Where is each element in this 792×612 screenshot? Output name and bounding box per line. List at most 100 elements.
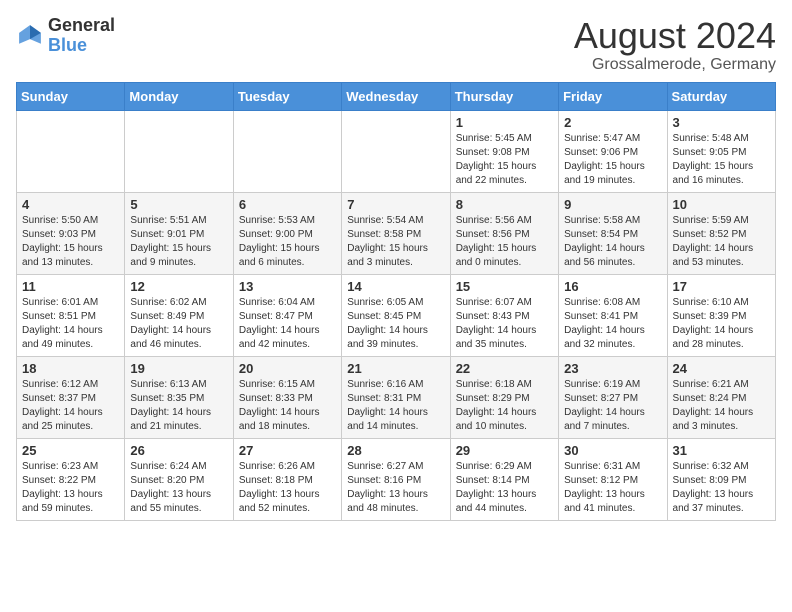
header-cell-saturday: Saturday: [667, 82, 775, 110]
logo-line1: General: [48, 16, 115, 36]
day-cell: 12 Sunrise: 6:02 AMSunset: 8:49 PMDayligh…: [125, 274, 233, 356]
day-info: Sunrise: 5:59 AMSunset: 8:52 PMDaylight:…: [673, 214, 770, 270]
day-number: 18: [22, 361, 119, 376]
day-cell: [125, 110, 233, 192]
week-row-3: 11 Sunrise: 6:01 AMSunset: 8:51 PMDayligh…: [17, 274, 776, 356]
day-cell: 28 Sunrise: 6:27 AMSunset: 8:16 PMDayligh…: [342, 438, 450, 520]
month-year-title: August 2024: [574, 16, 776, 56]
day-cell: 20 Sunrise: 6:15 AMSunset: 8:33 PMDayligh…: [233, 356, 341, 438]
day-info: Sunrise: 5:45 AMSunset: 9:08 PMDaylight:…: [456, 132, 553, 188]
day-number: 16: [564, 279, 661, 294]
day-cell: 31 Sunrise: 6:32 AMSunset: 8:09 PMDayligh…: [667, 438, 775, 520]
day-info: Sunrise: 6:23 AMSunset: 8:22 PMDaylight:…: [22, 460, 119, 516]
day-cell: 1 Sunrise: 5:45 AMSunset: 9:08 PMDaylight…: [450, 110, 558, 192]
day-cell: 24Sunrise: 6:21 AMSunset: 8:24 PMDayligh…: [667, 356, 775, 438]
day-cell: 13Sunrise: 6:04 AMSunset: 8:47 PMDayligh…: [233, 274, 341, 356]
day-cell: 10 Sunrise: 5:59 AMSunset: 8:52 PMDayligh…: [667, 192, 775, 274]
day-cell: [342, 110, 450, 192]
day-number: 14: [347, 279, 444, 294]
day-number: 2: [564, 115, 661, 130]
week-row-2: 4 Sunrise: 5:50 AMSunset: 9:03 PMDaylight…: [17, 192, 776, 274]
week-row-1: 1 Sunrise: 5:45 AMSunset: 9:08 PMDaylight…: [17, 110, 776, 192]
day-info: Sunrise: 5:50 AMSunset: 9:03 PMDaylight:…: [22, 214, 119, 270]
day-number: 12: [130, 279, 227, 294]
day-info: Sunrise: 5:56 AMSunset: 8:56 PMDaylight:…: [456, 214, 553, 270]
day-info: Sunrise: 5:47 AMSunset: 9:06 PMDaylight:…: [564, 132, 661, 188]
day-number: 3: [673, 115, 770, 130]
day-number: 15: [456, 279, 553, 294]
day-info: Sunrise: 6:26 AMSunset: 8:18 PMDaylight:…: [239, 460, 336, 516]
day-number: 29: [456, 443, 553, 458]
day-info: Sunrise: 6:29 AMSunset: 8:14 PMDaylight:…: [456, 460, 553, 516]
day-number: 10: [673, 197, 770, 212]
day-cell: 4 Sunrise: 5:50 AMSunset: 9:03 PMDaylight…: [17, 192, 125, 274]
day-cell: 21 Sunrise: 6:16 AMSunset: 8:31 PMDayligh…: [342, 356, 450, 438]
day-info: Sunrise: 6:15 AMSunset: 8:33 PMDaylight:…: [239, 378, 336, 434]
header-cell-thursday: Thursday: [450, 82, 558, 110]
day-number: 21: [347, 361, 444, 376]
day-cell: 17Sunrise: 6:10 AMSunset: 8:39 PMDayligh…: [667, 274, 775, 356]
page-header: General Blue August 2024 Grossalmerode, …: [16, 16, 776, 74]
day-number: 4: [22, 197, 119, 212]
day-cell: 6 Sunrise: 5:53 AMSunset: 9:00 PMDaylight…: [233, 192, 341, 274]
week-row-5: 25Sunrise: 6:23 AMSunset: 8:22 PMDayligh…: [17, 438, 776, 520]
day-number: 1: [456, 115, 553, 130]
day-cell: 22 Sunrise: 6:18 AMSunset: 8:29 PMDayligh…: [450, 356, 558, 438]
day-cell: 19 Sunrise: 6:13 AMSunset: 8:35 PMDayligh…: [125, 356, 233, 438]
day-info: Sunrise: 6:10 AMSunset: 8:39 PMDaylight:…: [673, 296, 770, 352]
location-subtitle: Grossalmerode, Germany: [574, 56, 776, 74]
logo-line2: Blue: [48, 36, 115, 56]
day-number: 31: [673, 443, 770, 458]
day-info: Sunrise: 6:27 AMSunset: 8:16 PMDaylight:…: [347, 460, 444, 516]
week-row-4: 18 Sunrise: 6:12 AMSunset: 8:37 PMDayligh…: [17, 356, 776, 438]
calendar-body: 1 Sunrise: 5:45 AMSunset: 9:08 PMDaylight…: [17, 110, 776, 520]
day-cell: 9 Sunrise: 5:58 AMSunset: 8:54 PMDaylight…: [559, 192, 667, 274]
day-number: 7: [347, 197, 444, 212]
day-info: Sunrise: 6:07 AMSunset: 8:43 PMDaylight:…: [456, 296, 553, 352]
day-info: Sunrise: 6:02 AMSunset: 8:49 PMDaylight:…: [130, 296, 227, 352]
day-info: Sunrise: 6:13 AMSunset: 8:35 PMDaylight:…: [130, 378, 227, 434]
day-info: Sunrise: 6:16 AMSunset: 8:31 PMDaylight:…: [347, 378, 444, 434]
day-number: 22: [456, 361, 553, 376]
day-cell: 2 Sunrise: 5:47 AMSunset: 9:06 PMDaylight…: [559, 110, 667, 192]
header-row: SundayMondayTuesdayWednesdayThursdayFrid…: [17, 82, 776, 110]
day-number: 19: [130, 361, 227, 376]
day-cell: [17, 110, 125, 192]
header-cell-wednesday: Wednesday: [342, 82, 450, 110]
day-info: Sunrise: 5:48 AMSunset: 9:05 PMDaylight:…: [673, 132, 770, 188]
day-info: Sunrise: 6:19 AMSunset: 8:27 PMDaylight:…: [564, 378, 661, 434]
day-cell: 27Sunrise: 6:26 AMSunset: 8:18 PMDayligh…: [233, 438, 341, 520]
day-cell: 8Sunrise: 5:56 AMSunset: 8:56 PMDaylight…: [450, 192, 558, 274]
header-cell-tuesday: Tuesday: [233, 82, 341, 110]
day-number: 11: [22, 279, 119, 294]
day-cell: 30 Sunrise: 6:31 AMSunset: 8:12 PMDayligh…: [559, 438, 667, 520]
day-cell: 23Sunrise: 6:19 AMSunset: 8:27 PMDayligh…: [559, 356, 667, 438]
day-cell: 5Sunrise: 5:51 AMSunset: 9:01 PMDaylight…: [125, 192, 233, 274]
day-number: 20: [239, 361, 336, 376]
logo-icon: [16, 22, 44, 50]
day-info: Sunrise: 5:58 AMSunset: 8:54 PMDaylight:…: [564, 214, 661, 270]
day-cell: 15 Sunrise: 6:07 AMSunset: 8:43 PMDayligh…: [450, 274, 558, 356]
day-info: Sunrise: 6:12 AMSunset: 8:37 PMDaylight:…: [22, 378, 119, 434]
day-number: 28: [347, 443, 444, 458]
day-cell: 11 Sunrise: 6:01 AMSunset: 8:51 PMDayligh…: [17, 274, 125, 356]
day-cell: 16 Sunrise: 6:08 AMSunset: 8:41 PMDayligh…: [559, 274, 667, 356]
day-info: Sunrise: 6:01 AMSunset: 8:51 PMDaylight:…: [22, 296, 119, 352]
day-info: Sunrise: 5:51 AMSunset: 9:01 PMDaylight:…: [130, 214, 227, 270]
day-cell: 7 Sunrise: 5:54 AMSunset: 8:58 PMDaylight…: [342, 192, 450, 274]
title-block: August 2024 Grossalmerode, Germany: [574, 16, 776, 74]
day-number: 30: [564, 443, 661, 458]
day-info: Sunrise: 6:18 AMSunset: 8:29 PMDaylight:…: [456, 378, 553, 434]
day-info: Sunrise: 6:08 AMSunset: 8:41 PMDaylight:…: [564, 296, 661, 352]
day-info: Sunrise: 5:53 AMSunset: 9:00 PMDaylight:…: [239, 214, 336, 270]
day-info: Sunrise: 6:32 AMSunset: 8:09 PMDaylight:…: [673, 460, 770, 516]
day-number: 9: [564, 197, 661, 212]
day-cell: [233, 110, 341, 192]
day-info: Sunrise: 6:31 AMSunset: 8:12 PMDaylight:…: [564, 460, 661, 516]
day-number: 26: [130, 443, 227, 458]
day-number: 6: [239, 197, 336, 212]
day-cell: 3 Sunrise: 5:48 AMSunset: 9:05 PMDaylight…: [667, 110, 775, 192]
day-info: Sunrise: 5:54 AMSunset: 8:58 PMDaylight:…: [347, 214, 444, 270]
day-info: Sunrise: 6:21 AMSunset: 8:24 PMDaylight:…: [673, 378, 770, 434]
day-info: Sunrise: 6:05 AMSunset: 8:45 PMDaylight:…: [347, 296, 444, 352]
